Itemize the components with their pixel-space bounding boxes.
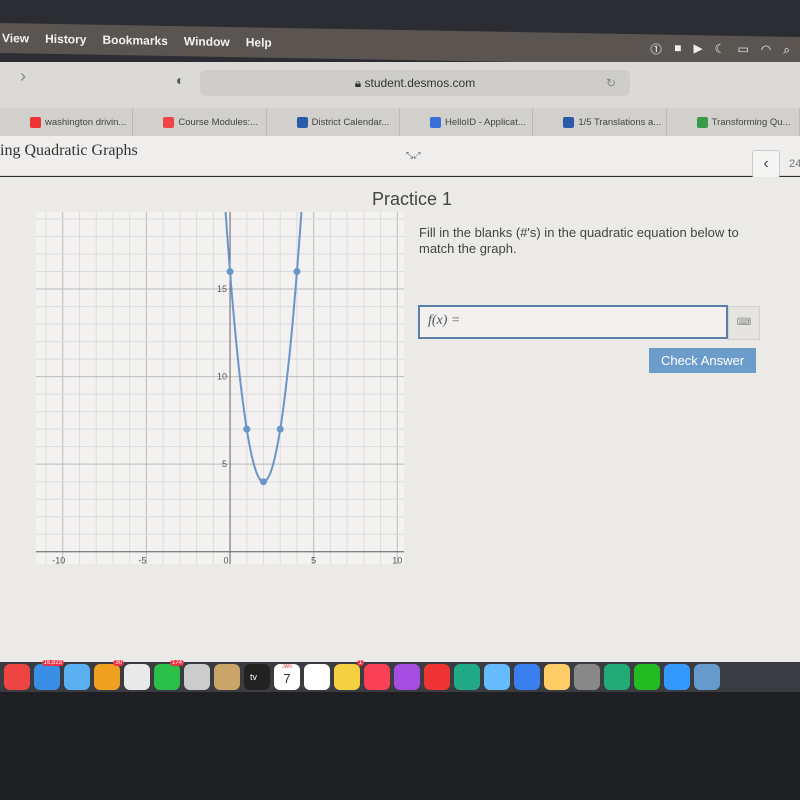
- address-bar[interactable]: 🔒︎ student.desmos.com ↻: [200, 70, 630, 96]
- dock-app-icon[interactable]: [484, 664, 510, 690]
- x-tick-label: 0: [224, 556, 229, 564]
- control-icon[interactable]: ⓵: [650, 40, 662, 57]
- tab-label: Transforming Qu...: [711, 116, 791, 128]
- tab-favicon-icon: [30, 116, 41, 128]
- tab-label: washington drivin...: [45, 116, 127, 128]
- battery-icon[interactable]: ▭: [737, 42, 748, 59]
- dock-app-icon[interactable]: 1: [334, 660, 364, 690]
- graph-point: [293, 268, 301, 276]
- graph: -10 -5 0 5 10 5 10 15: [36, 212, 404, 564]
- activity-header: ing Quadratic Graphs ⤡⤢ ‹ 24: [0, 136, 800, 178]
- x-tick-label: -10: [52, 556, 65, 564]
- dock-app-icon[interactable]: 174: [154, 660, 184, 690]
- menu-view[interactable]: View: [2, 31, 29, 45]
- y-tick-label: 5: [222, 459, 227, 469]
- dock-app-icon[interactable]: [394, 664, 420, 690]
- dock: 16,823 30 174 tv JAN 7 1: [0, 660, 800, 692]
- calendar-day: 7: [283, 671, 291, 686]
- notification-badge: 1: [356, 660, 364, 666]
- notification-badge: 16,823: [41, 660, 64, 666]
- dock-app-icon[interactable]: [364, 664, 390, 690]
- dock-app-icon[interactable]: tv: [244, 664, 270, 690]
- tab-bar: washington drivin... Course Modules:... Di…: [0, 108, 800, 136]
- dock-app-icon[interactable]: 30: [94, 660, 124, 690]
- y-tick-label: 15: [217, 284, 227, 294]
- keyboard: [0, 692, 800, 800]
- dock-app-icon[interactable]: [574, 664, 600, 690]
- dock-app-icon[interactable]: [454, 664, 480, 690]
- x-tick-label: -5: [138, 556, 146, 564]
- dock-app-icon[interactable]: JAN 7: [274, 664, 300, 690]
- reload-icon[interactable]: ↻: [606, 70, 616, 96]
- dock-app-icon[interactable]: [4, 664, 30, 690]
- menu-history[interactable]: History: [45, 32, 86, 47]
- menu-bar: View History Bookmarks Window Help ⓵ ■ ▶ ☾ ▭…: [0, 23, 800, 67]
- graph-point: [259, 478, 267, 486]
- browser-tab[interactable]: 1/5 Translations a...: [533, 108, 667, 136]
- dock-app-icon[interactable]: [694, 664, 720, 690]
- play-icon[interactable]: ▶: [693, 41, 702, 58]
- tv-label: tv: [250, 672, 258, 682]
- dock-app-icon[interactable]: [214, 664, 240, 690]
- equation-input[interactable]: f(x) =: [418, 305, 728, 339]
- tab-favicon-icon: [296, 116, 308, 128]
- wifi-icon[interactable]: ◠: [761, 42, 771, 59]
- tab-favicon-icon: [429, 116, 441, 128]
- moon-icon[interactable]: ☾: [715, 41, 726, 58]
- dock-app-icon[interactable]: [304, 664, 330, 690]
- dock-app-icon[interactable]: [514, 664, 540, 690]
- x-tick-label: 10: [392, 556, 402, 564]
- notification-badge: 30: [113, 660, 124, 666]
- y-tick-label: 10: [217, 372, 227, 382]
- previous-button[interactable]: ‹: [752, 150, 780, 178]
- status-icons: ⓵ ■ ▶ ☾ ▭ ◠ ⌕: [650, 40, 790, 59]
- tab-label: District Calendar...: [311, 116, 390, 128]
- notification-badge: 174: [169, 660, 184, 666]
- keyboard-icon[interactable]: ⌨: [728, 306, 760, 340]
- dock-app-icon[interactable]: [604, 664, 630, 690]
- graph-point: [276, 425, 284, 433]
- menu-bookmarks[interactable]: Bookmarks: [102, 33, 167, 48]
- forward-button[interactable]: ›: [20, 66, 26, 87]
- dock-app-icon[interactable]: 16,823: [34, 660, 64, 690]
- graph-background: [36, 212, 404, 564]
- tab-favicon-icon: [163, 116, 175, 128]
- dock-app-icon[interactable]: [634, 664, 660, 690]
- browser-tab[interactable]: Course Modules:...: [133, 108, 267, 136]
- graph-point: [226, 268, 234, 276]
- dock-app-icon[interactable]: [124, 664, 150, 690]
- page-title: ing Quadratic Graphs: [0, 142, 138, 159]
- menu-help[interactable]: Help: [246, 35, 272, 49]
- x-tick-label: 5: [311, 556, 316, 564]
- shield-icon[interactable]: ◐: [176, 72, 184, 88]
- tab-favicon-icon: [696, 116, 708, 128]
- dock-app-icon[interactable]: [544, 664, 570, 690]
- check-answer-button[interactable]: Check Answer: [649, 348, 756, 373]
- browser-tab[interactable]: Transforming Qu...: [667, 108, 800, 136]
- browser-tab[interactable]: District Calendar...: [267, 108, 400, 136]
- instructions: Fill in the blanks (#'s) in the quadrati…: [419, 225, 739, 256]
- tab-label: 1/5 Translations a...: [578, 116, 662, 128]
- dock-app-icon[interactable]: [424, 664, 450, 690]
- practice-title: Practice 1: [372, 189, 453, 209]
- menu-window[interactable]: Window: [184, 34, 230, 49]
- expand-icon[interactable]: ⤡⤢: [406, 150, 420, 161]
- video-icon[interactable]: ■: [674, 41, 681, 58]
- dock-app-icon[interactable]: [184, 664, 210, 690]
- page-number: 24: [789, 158, 800, 170]
- dock-app-icon[interactable]: [64, 664, 90, 690]
- browser-tab[interactable]: washington drivin...: [0, 108, 134, 136]
- calendar-month: JAN: [282, 664, 292, 670]
- tab-label: Course Modules:...: [178, 116, 259, 128]
- search-icon[interactable]: ⌕: [783, 43, 790, 60]
- tab-favicon-icon: [563, 116, 575, 128]
- browser-tab[interactable]: HelloID - Applicat...: [400, 108, 534, 136]
- equation-label: f(x) =: [428, 313, 461, 328]
- graph-point: [243, 425, 251, 433]
- tab-label: HelloID - Applicat...: [444, 116, 526, 128]
- url-text: student.desmos.com: [364, 76, 476, 90]
- lock-icon: 🔒︎: [354, 76, 365, 90]
- dock-app-icon[interactable]: [664, 664, 690, 690]
